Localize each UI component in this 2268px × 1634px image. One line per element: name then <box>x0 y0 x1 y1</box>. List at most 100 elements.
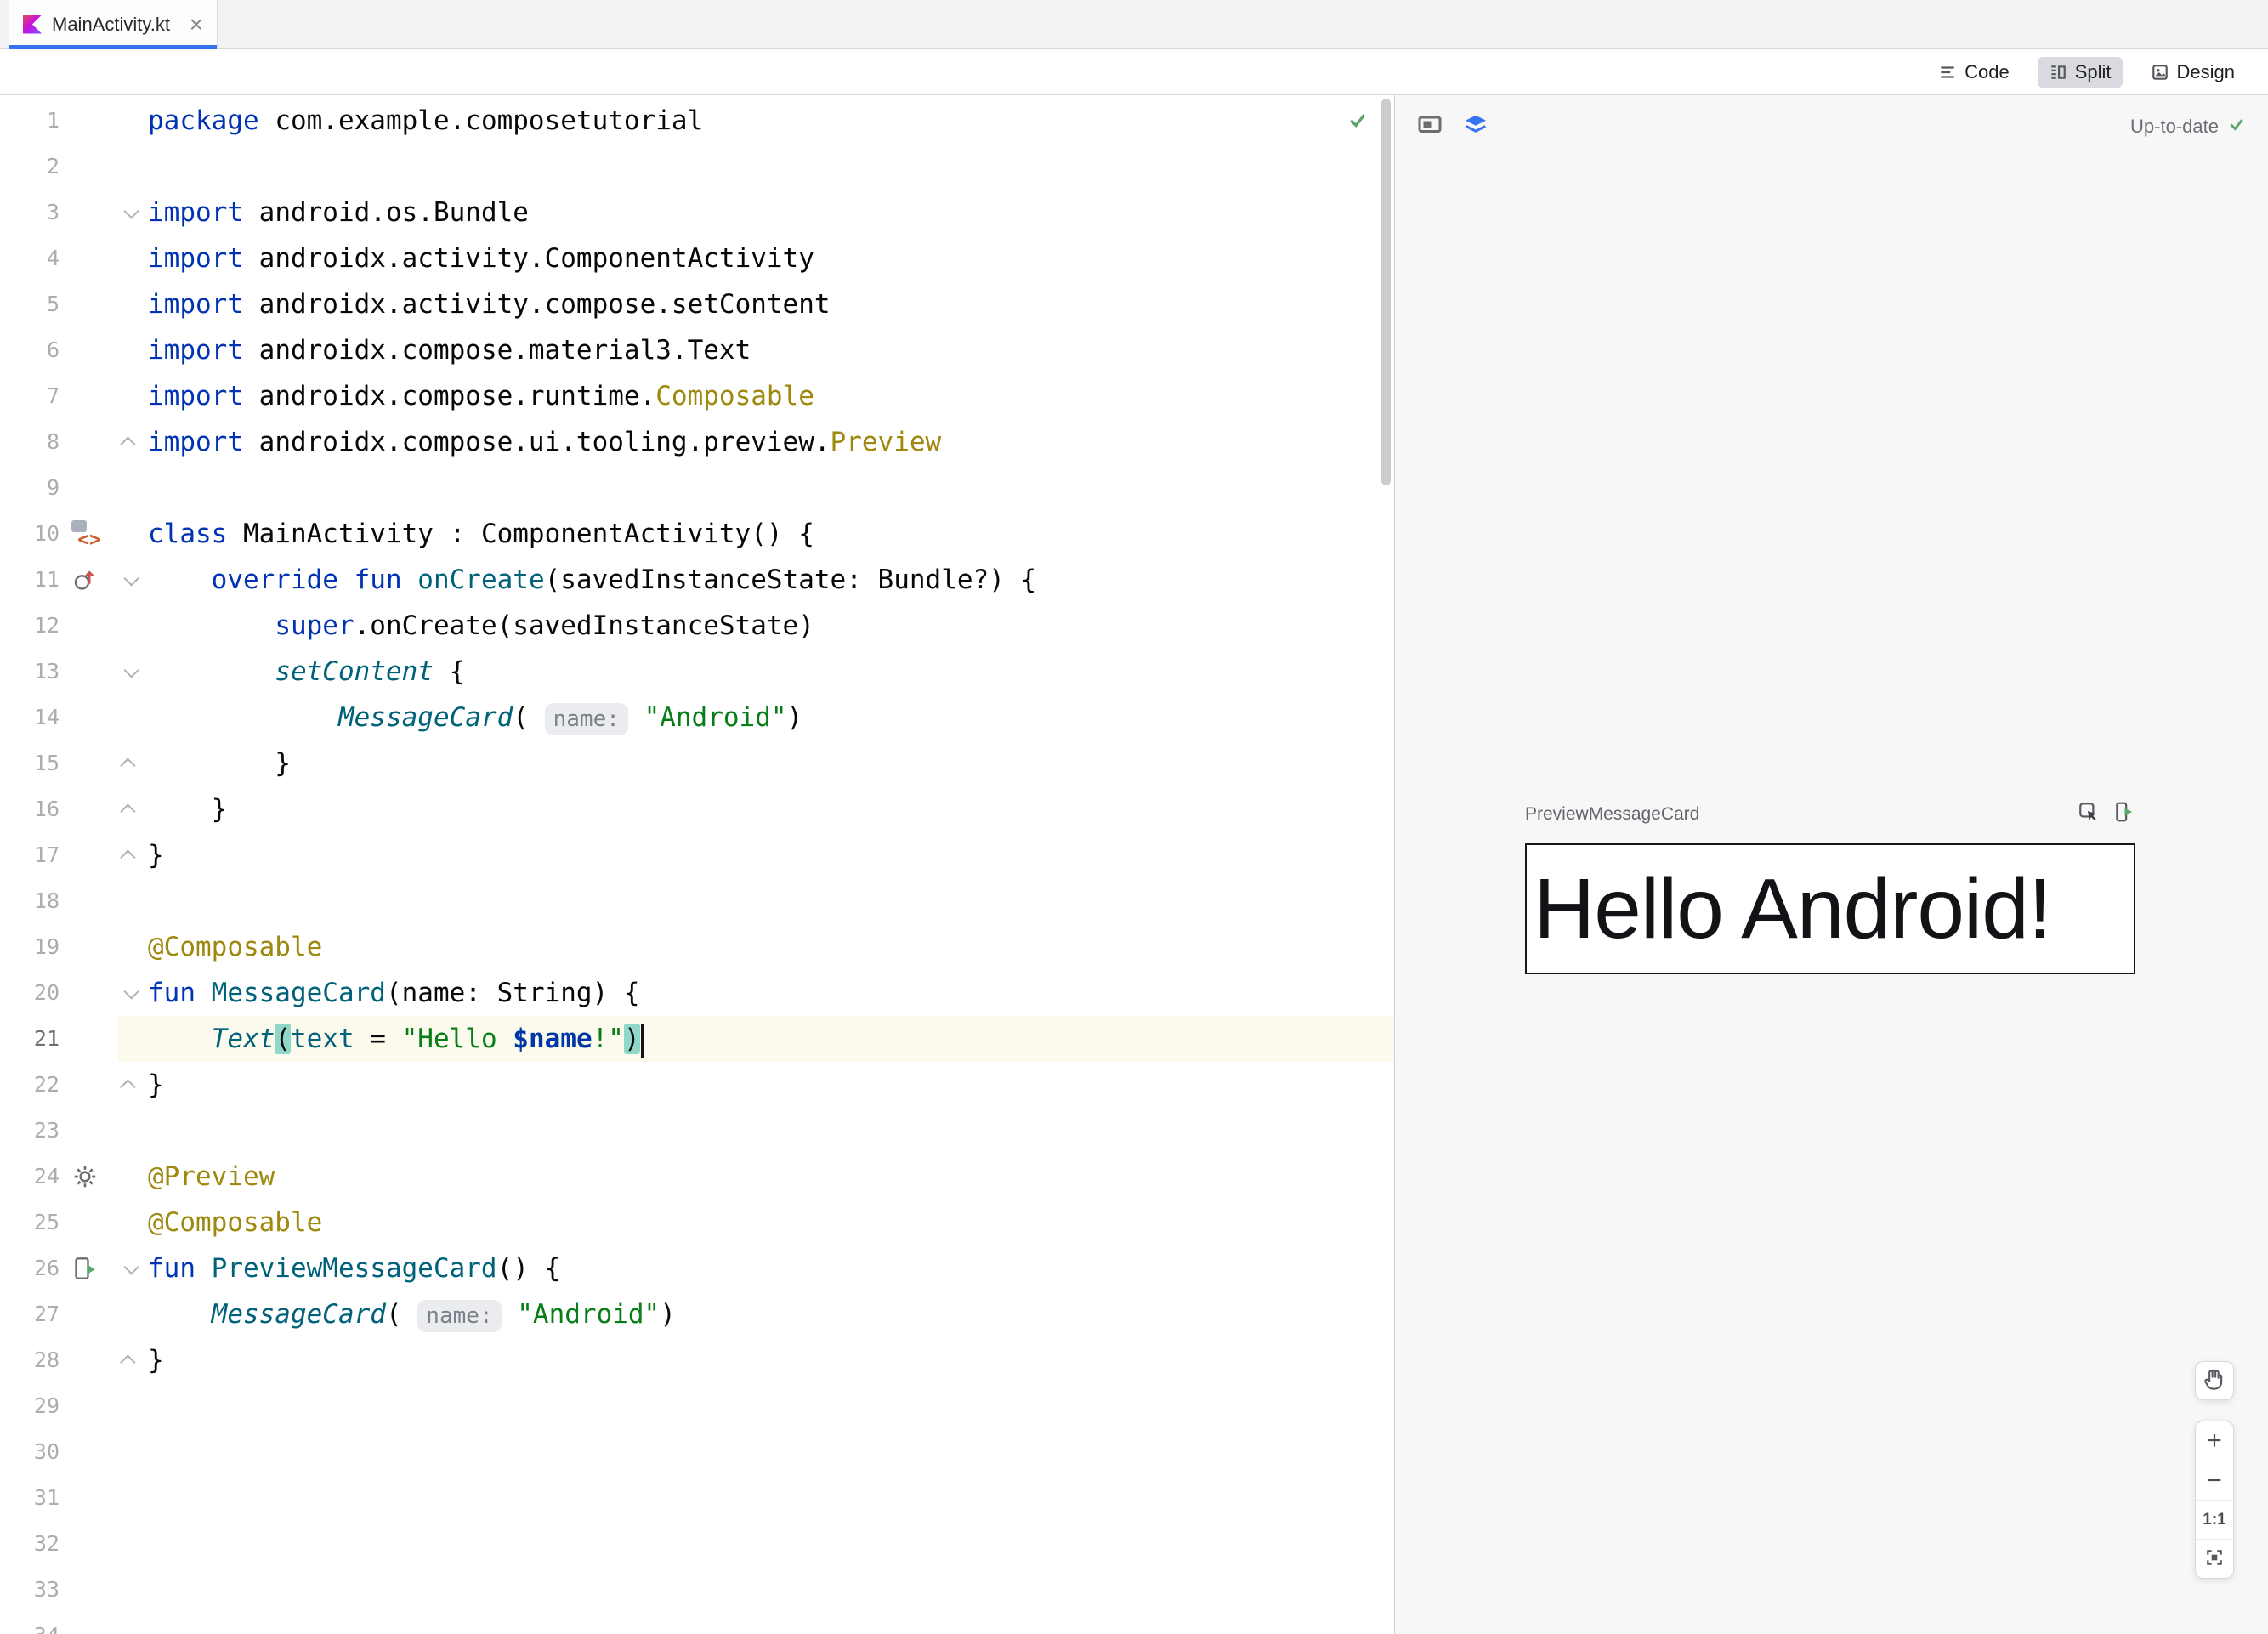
code-line[interactable]: 1 package com.example.composetutorial <box>0 98 1394 144</box>
gutter-space <box>60 649 111 695</box>
inspection-ok-icon[interactable] <box>1347 109 1369 134</box>
line-number: 20 <box>33 980 60 1005</box>
fold-margin <box>111 373 148 419</box>
code-line[interactable]: 31 <box>0 1475 1394 1521</box>
code-line[interactable]: 14 MessageCard( name: "Android") <box>0 695 1394 740</box>
tab-close-icon[interactable]: × <box>190 12 203 37</box>
code-line[interactable]: 20 fun MessageCard(name: String) { <box>0 970 1394 1016</box>
preview-display-mode-icon[interactable] <box>1417 112 1443 142</box>
code-line[interactable]: 12 super.onCreate(savedInstanceState) <box>0 603 1394 649</box>
fold-margin <box>111 1383 148 1429</box>
code-line[interactable]: 25 @Composable <box>0 1200 1394 1245</box>
zoom-in-button[interactable]: + <box>2196 1421 2233 1461</box>
code-text: MessageCard( name: "Android") <box>148 1291 1394 1337</box>
code-line[interactable]: 7 import androidx.compose.runtime.Composa… <box>0 373 1394 419</box>
fold-margin <box>111 1200 148 1245</box>
code-line[interactable]: 21 Text(text = "Hello $name!") <box>0 1016 1394 1062</box>
fold-margin <box>111 695 148 740</box>
code-line[interactable]: 18 <box>0 878 1394 924</box>
code-text: fun PreviewMessageCard() { <box>148 1253 561 1284</box>
code-line[interactable]: 11 override fun onCreate(savedInstanceSt… <box>0 557 1394 603</box>
code-line[interactable]: 33 <box>0 1567 1394 1613</box>
fold-marker-icon[interactable] <box>111 740 148 786</box>
fold-marker-icon[interactable] <box>111 190 148 235</box>
fold-marker-icon[interactable] <box>111 1337 148 1383</box>
code-editor[interactable]: 1 package com.example.composetutorial 2 3 im… <box>0 95 1394 1634</box>
related-gutter-icon[interactable]: <> <box>60 511 111 557</box>
line-number: 8 <box>46 429 60 454</box>
pan-tool-button[interactable] <box>2195 1361 2234 1400</box>
interactive-preview-icon[interactable] <box>2078 801 2100 827</box>
code-line[interactable]: 16 } <box>0 786 1394 832</box>
code-line[interactable]: 3 import android.os.Bundle <box>0 190 1394 235</box>
preview-surface[interactable]: PreviewMessageCard Hello Android! + − 1:… <box>1395 158 2268 1634</box>
run-gutter-icon[interactable] <box>60 1245 111 1291</box>
code-line[interactable]: 5 import androidx.activity.compose.setCon… <box>0 281 1394 327</box>
parameter-name-hint: name: <box>417 1299 502 1332</box>
gutter-space <box>60 832 111 878</box>
split-view-button[interactable]: Split <box>2037 56 2123 88</box>
run-preview-on-device-icon[interactable] <box>2113 801 2135 827</box>
zoom-to-fit-button[interactable] <box>2196 1539 2233 1578</box>
code-view-button[interactable]: Code <box>1927 57 2021 88</box>
line-number: 25 <box>33 1210 60 1234</box>
code-line[interactable]: 26 fun PreviewMessageCard() { <box>0 1245 1394 1291</box>
fold-margin <box>111 603 148 649</box>
split-view-label: Split <box>2074 60 2112 82</box>
gutter-space <box>60 373 111 419</box>
fold-marker-icon[interactable] <box>111 832 148 878</box>
code-line[interactable]: 9 <box>0 465 1394 511</box>
layers-icon[interactable] <box>1463 112 1488 142</box>
gutter-space <box>60 695 111 740</box>
code-line[interactable]: 28} <box>0 1337 1394 1383</box>
line-number: 33 <box>33 1577 60 1602</box>
zoom-out-button[interactable]: − <box>2196 1461 2233 1500</box>
gear-gutter-icon[interactable] <box>60 1154 111 1200</box>
code-line[interactable]: 2 <box>0 144 1394 190</box>
code-text: fun MessageCard(name: String) { <box>148 978 640 1008</box>
tab-mainactivity[interactable]: MainActivity.kt × <box>9 0 218 49</box>
fold-marker-icon[interactable] <box>111 649 148 695</box>
fold-marker-icon[interactable] <box>111 1062 148 1108</box>
code-line[interactable]: 8 import androidx.compose.ui.tooling.prev… <box>0 419 1394 465</box>
code-line[interactable]: 29 <box>0 1383 1394 1429</box>
design-view-button[interactable]: Design <box>2140 57 2246 88</box>
gutter-space <box>60 144 111 190</box>
code-line[interactable]: 19 @Composable <box>0 924 1394 970</box>
code-line[interactable]: 10 <> class MainActivity : ComponentActivi… <box>0 511 1394 557</box>
preview-item-header: PreviewMessageCard <box>1525 801 2135 827</box>
line-number: 17 <box>33 843 60 867</box>
line-number: 31 <box>33 1485 60 1510</box>
override-gutter-icon[interactable] <box>60 557 111 603</box>
code-line[interactable]: 15 } <box>0 740 1394 786</box>
code-line[interactable]: 30 <box>0 1429 1394 1475</box>
code-line[interactable]: 22} <box>0 1062 1394 1108</box>
fold-marker-icon[interactable] <box>111 786 148 832</box>
fold-marker-icon[interactable] <box>111 419 148 465</box>
line-number: 4 <box>46 246 60 270</box>
gutter-space <box>60 98 111 144</box>
compose-preview-canvas[interactable]: Hello Android! <box>1525 843 2135 974</box>
code-line[interactable]: 6 import androidx.compose.material3.Text <box>0 327 1394 373</box>
code-line[interactable]: 27 MessageCard( name: "Android") <box>0 1291 1394 1337</box>
fold-marker-icon[interactable] <box>111 970 148 1016</box>
code-line[interactable]: 24 @Preview <box>0 1154 1394 1200</box>
code-text: import androidx.activity.compose.setCont… <box>148 289 831 320</box>
code-line[interactable]: 23 <box>0 1108 1394 1154</box>
code-line[interactable]: 34 <box>0 1613 1394 1634</box>
fold-marker-icon[interactable] <box>111 1245 148 1291</box>
code-line[interactable]: 17} <box>0 832 1394 878</box>
fold-marker-icon[interactable] <box>111 557 148 603</box>
code-line[interactable]: 4 import androidx.activity.ComponentActiv… <box>0 235 1394 281</box>
code-text: import androidx.compose.material3.Text <box>148 335 751 366</box>
code-line[interactable]: 13 setContent { <box>0 649 1394 695</box>
editor-scrollbar-thumb[interactable] <box>1381 99 1391 485</box>
line-number: 7 <box>46 383 60 408</box>
fit-screen-icon <box>2205 1545 2224 1574</box>
code-line[interactable]: 32 <box>0 1521 1394 1567</box>
zoom-actual-size-button[interactable]: 1:1 <box>2196 1500 2233 1539</box>
line-number: 9 <box>46 475 60 500</box>
